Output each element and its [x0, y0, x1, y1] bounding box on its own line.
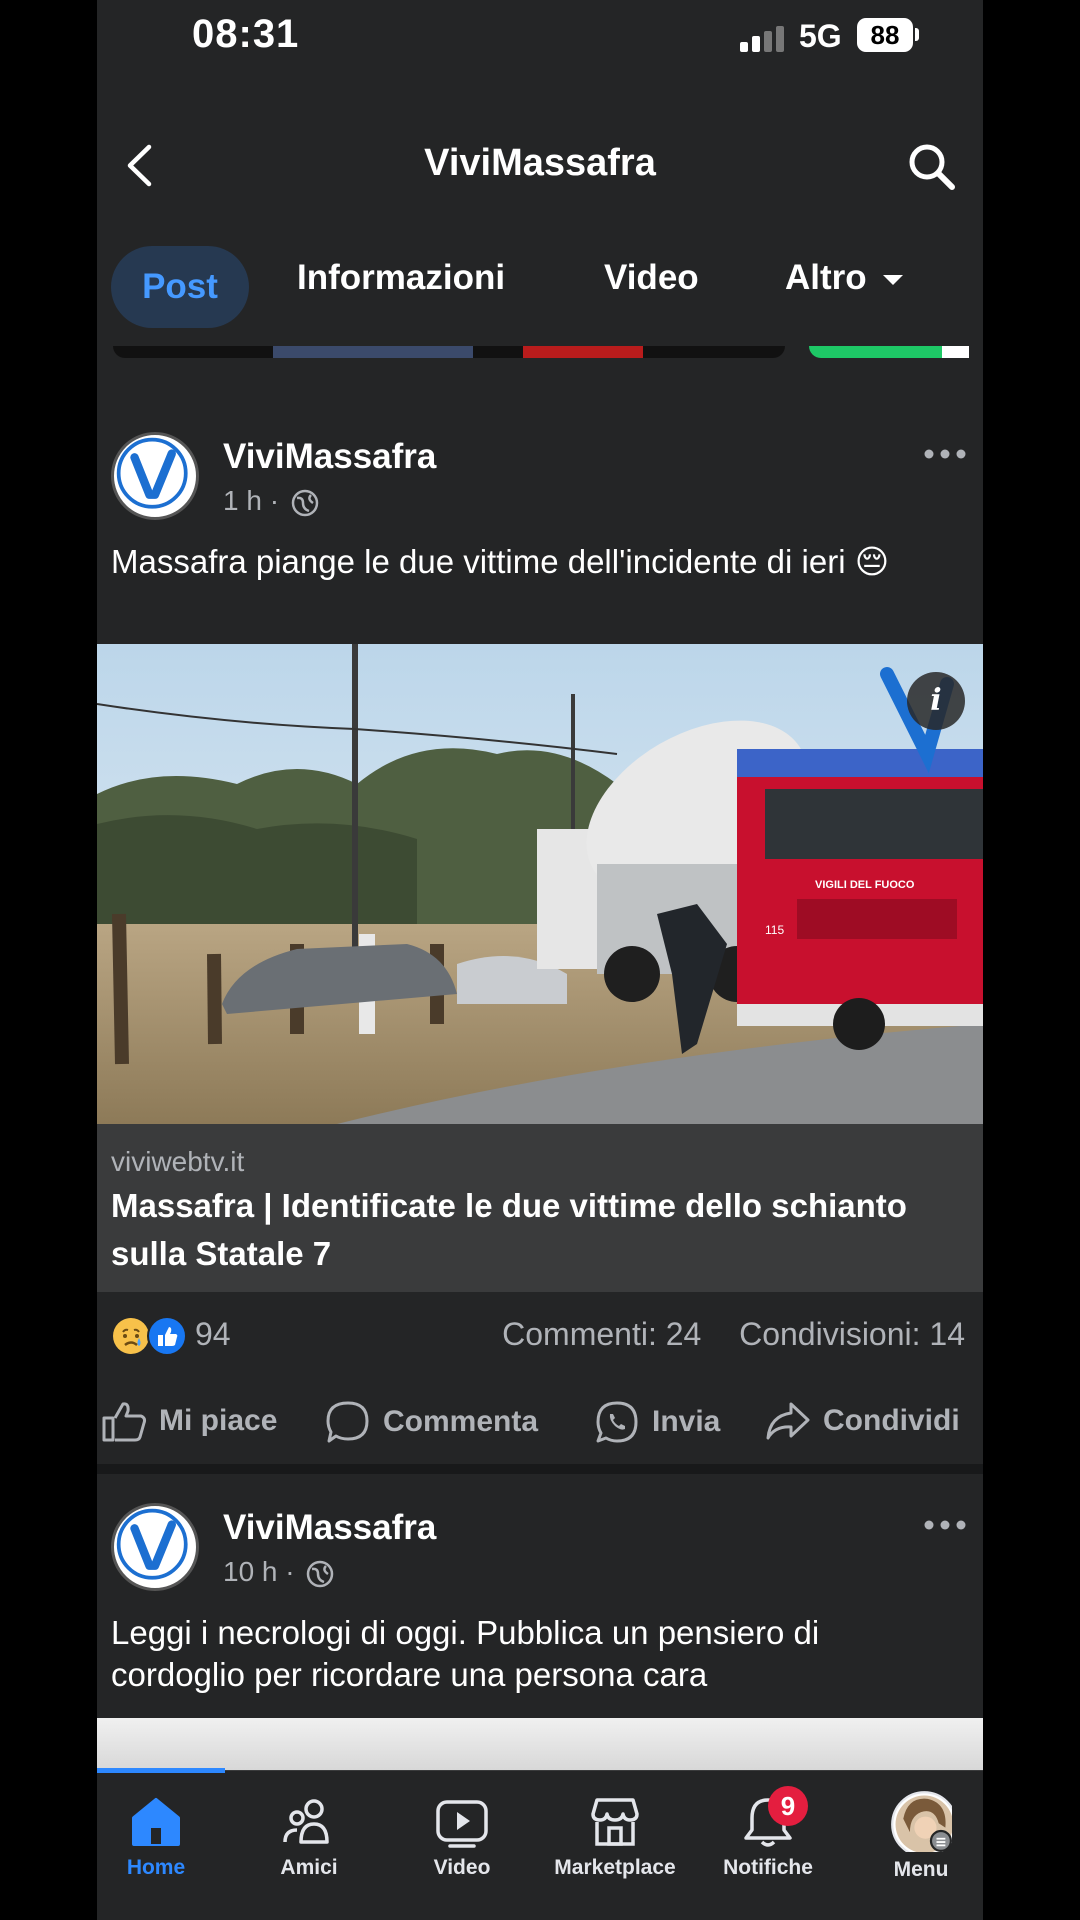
nav-home[interactable]: Home	[97, 1794, 231, 1880]
truck-label: VIGILI DEL FUOCO	[815, 879, 915, 891]
post-photo-2[interactable]	[97, 1718, 983, 1770]
tab-video[interactable]: Video	[604, 258, 699, 298]
nav-home-label: Home	[126, 1856, 186, 1879]
info-icon[interactable]: i	[907, 672, 965, 730]
post-author[interactable]: ViviMassafra	[223, 437, 436, 477]
more-options-icon-2[interactable]	[923, 1519, 967, 1531]
nav-marketplace-label: Marketplace	[554, 1856, 676, 1879]
whatsapp-icon	[596, 1401, 638, 1443]
post-photo[interactable]: VIGILI DEL FUOCO 115	[97, 644, 983, 1124]
post-time: 1 h ·	[223, 485, 319, 517]
send-whatsapp-button[interactable]: Invia	[594, 1400, 720, 1444]
battery-tip	[915, 28, 919, 41]
like-button[interactable]: Mi piace	[101, 1400, 277, 1442]
vivi-logo-icon	[116, 437, 188, 509]
post-separator	[97, 1464, 983, 1474]
tab-post[interactable]: Post	[111, 246, 249, 328]
network-type: 5G	[799, 18, 842, 54]
more-options-icon[interactable]	[923, 448, 967, 460]
share-button[interactable]: Condividi	[765, 1400, 960, 1442]
post-time-label: 1 h ·	[223, 485, 280, 516]
friends-icon	[283, 1799, 329, 1844]
nav-menu-label: Menu	[893, 1858, 949, 1881]
post-text-2: Leggi i necrologi di oggi. Pubblica un p…	[111, 1614, 820, 1693]
vivi-logo-icon-2	[116, 1508, 188, 1580]
loading-progress	[97, 1768, 225, 1773]
comment-button[interactable]: Commenta	[325, 1400, 538, 1444]
globe-icon	[291, 489, 319, 516]
menu-avatar	[891, 1791, 952, 1852]
video-icon	[436, 1800, 488, 1848]
post-time-2: 10 h ·	[223, 1556, 334, 1588]
previous-content-strip-white	[942, 346, 969, 358]
status-time: 08:31	[192, 12, 300, 56]
nav-video[interactable]: Video	[387, 1794, 537, 1880]
accident-scene-image: VIGILI DEL FUOCO 115	[97, 644, 983, 1124]
page-avatar-2[interactable]	[111, 1503, 199, 1591]
home-icon	[132, 1798, 180, 1846]
tab-altro-label: Altro	[785, 258, 867, 297]
nav-video-label: Video	[433, 1856, 491, 1879]
post-author-2[interactable]: ViviMassafra	[223, 1508, 436, 1548]
globe-icon-2	[307, 1560, 334, 1587]
nav-notifiche-label: Notifiche	[723, 1856, 813, 1879]
post-time-label-2: 10 h ·	[223, 1556, 295, 1587]
post-text: Massafra piange le due vittime dell'inci…	[111, 543, 890, 580]
share-label: Condividi	[823, 1404, 960, 1437]
sad-reaction-icon	[113, 1318, 149, 1354]
comments-count[interactable]: Commenti: 24	[502, 1316, 701, 1352]
reaction-count[interactable]: 94	[195, 1316, 231, 1353]
comment-icon	[326, 1401, 369, 1443]
marketplace-icon	[591, 1798, 639, 1846]
nav-amici-label: Amici	[280, 1856, 338, 1879]
tab-informazioni[interactable]: Informazioni	[297, 258, 505, 298]
signal-icon	[740, 26, 786, 52]
nav-amici[interactable]: Amici	[234, 1794, 384, 1880]
share-icon	[766, 1402, 810, 1440]
page-title: ViviMassafra	[424, 142, 656, 184]
nav-marketplace[interactable]: Marketplace	[540, 1794, 690, 1880]
link-title[interactable]: Massafra | Identificate le due vittime d…	[111, 1182, 961, 1278]
like-label: Mi piace	[159, 1404, 278, 1437]
search-icon[interactable]	[905, 140, 957, 192]
thumbs-up-icon	[102, 1402, 147, 1442]
notification-badge: 9	[768, 1786, 808, 1826]
send-label: Invia	[652, 1405, 721, 1438]
battery-icon: 88	[857, 18, 913, 52]
link-domain: viviwebtv.it	[111, 1146, 245, 1177]
truck-number: 115	[765, 923, 784, 937]
comment-label: Commenta	[383, 1405, 539, 1438]
facebook-page-screen: 08:31 5G 88 ViviMassafra Post Informazio…	[97, 0, 983, 1920]
reaction-icons[interactable]	[111, 1316, 191, 1356]
dropdown-caret-icon	[883, 274, 904, 285]
post-counts: Commenti: 24 Condivisioni: 14	[502, 1316, 965, 1353]
like-reaction-icon	[147, 1316, 187, 1356]
page-avatar[interactable]	[111, 432, 199, 520]
tab-altro[interactable]: Altro	[785, 258, 904, 298]
previous-content-strip	[113, 346, 785, 358]
shares-count[interactable]: Condivisioni: 14	[739, 1316, 965, 1352]
nav-menu[interactable]: Menu	[846, 1791, 983, 1882]
